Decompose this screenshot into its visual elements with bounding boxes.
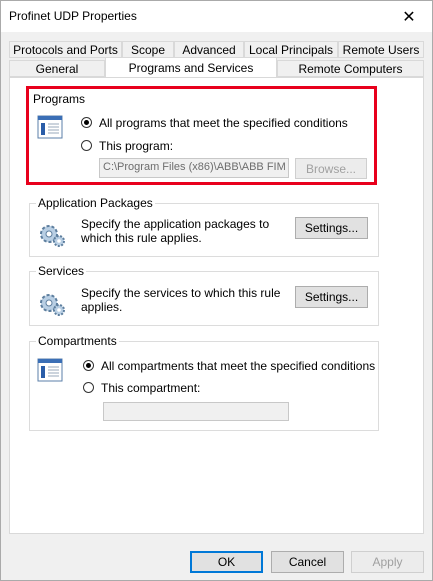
tab-advanced[interactable]: Advanced [174, 41, 244, 58]
this-program-label: This program: [99, 139, 174, 153]
cancel-button-label: Cancel [288, 555, 327, 569]
compartment-window-icon [37, 358, 63, 382]
application-packages-settings-button[interactable]: Settings... [295, 217, 368, 239]
tab-label: Advanced [182, 42, 236, 57]
tab-label: Remote Computers [298, 61, 403, 76]
tab-protocols-and-ports[interactable]: Protocols and Ports [9, 41, 122, 58]
program-path-field[interactable]: C:\Program Files (x86)\ABB\ABB FIM I [99, 158, 289, 178]
apply-button-label: Apply [372, 555, 403, 569]
tab-label: Programs and Services [128, 60, 254, 75]
browse-button-label: Browse... [305, 161, 356, 176]
all-compartments-radio[interactable] [83, 360, 94, 371]
tab-label: Scope [130, 42, 166, 57]
this-compartment-radio[interactable] [83, 382, 94, 393]
all-compartments-label: All compartments that meet the specified… [101, 359, 376, 373]
settings-button-label: Settings... [304, 290, 359, 304]
title-bar: Profinet UDP Properties ✕ [1, 1, 432, 32]
settings-button-label: Settings... [304, 221, 359, 235]
services-group-label: Services [36, 264, 87, 278]
cancel-button[interactable]: Cancel [271, 551, 344, 573]
this-program-radio[interactable] [81, 140, 92, 151]
tab-label: Remote Users [342, 42, 420, 57]
window-title: Profinet UDP Properties [9, 9, 137, 23]
compartment-field[interactable] [103, 402, 289, 421]
tab-label: Protocols and Ports [13, 42, 118, 57]
program-window-icon [37, 115, 63, 139]
services-description: Specify the services to which this rule … [81, 286, 281, 314]
ok-button[interactable]: OK [190, 551, 263, 573]
all-programs-radio[interactable] [81, 117, 92, 128]
gears-icon [40, 294, 65, 316]
tab-label: General [35, 61, 79, 76]
close-icon: ✕ [402, 8, 416, 26]
apply-button[interactable]: Apply [351, 551, 424, 573]
application-packages-group-label: Application Packages [36, 196, 155, 210]
close-button[interactable]: ✕ [386, 1, 432, 32]
tab-label: Local Principals [248, 42, 334, 57]
tab-scope[interactable]: Scope [122, 41, 174, 58]
ok-button-label: OK [217, 555, 236, 569]
programs-group-label: Programs [33, 92, 86, 106]
all-programs-label: All programs that meet the specified con… [99, 116, 348, 130]
tab-general[interactable]: General [9, 60, 105, 77]
tab-remote-users[interactable]: Remote Users [338, 41, 424, 58]
gears-icon [40, 225, 65, 247]
properties-dialog: Profinet UDP Properties ✕ Protocols and … [0, 0, 433, 581]
application-packages-description: Specify the application packages to whic… [81, 217, 270, 245]
this-compartment-label: This compartment: [101, 381, 201, 395]
services-settings-button[interactable]: Settings... [295, 286, 368, 308]
tab-programs-and-services[interactable]: Programs and Services [105, 57, 277, 77]
compartments-group-label: Compartments [36, 334, 119, 348]
tab-remote-computers[interactable]: Remote Computers [277, 60, 424, 77]
browse-button[interactable]: Browse... [295, 158, 367, 179]
tab-local-principals[interactable]: Local Principals [244, 41, 338, 58]
